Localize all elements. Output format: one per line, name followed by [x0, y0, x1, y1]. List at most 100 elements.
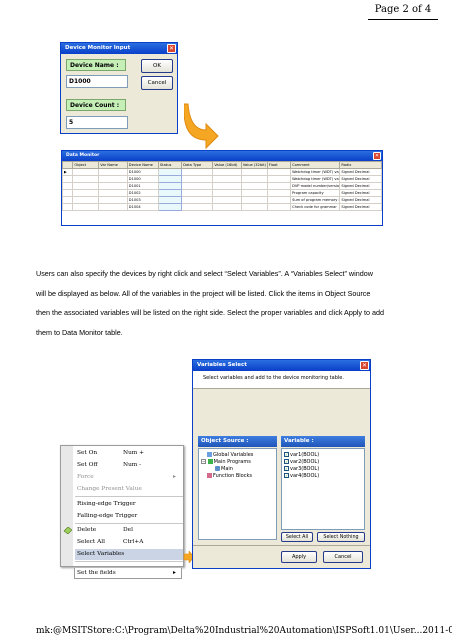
menu-item-shortcut: Del — [123, 527, 133, 533]
variable-item[interactable]: ✓ var3(BOOL) — [284, 466, 319, 473]
device-cell[interactable]: D1000 — [126, 175, 159, 183]
comment-cell[interactable]: Watchdog timer (WDT) value — [290, 168, 341, 176]
dialog-title: Variables Select — [197, 362, 247, 368]
select-all-button[interactable]: Select All — [281, 532, 313, 542]
col-header[interactable]: Data Type — [181, 161, 214, 169]
comment-cell[interactable]: Watchdog timer (WDT) value — [290, 175, 341, 183]
radix-cell[interactable]: Signed Decimal — [339, 196, 382, 204]
dialog-title: Device Monitor Input — [65, 45, 131, 51]
variable-label: var4(BOOL) — [290, 473, 320, 479]
table-row[interactable]: D1000 Watchdog timer (WDT) value Signed … — [61, 175, 382, 183]
checkbox-checked-icon[interactable]: ✓ — [284, 466, 289, 471]
col-header[interactable]: Device Name — [126, 161, 159, 169]
menu-item-set-the-fields[interactable]: Set the fields ▸ — [74, 568, 182, 579]
variable-list[interactable]: ✓ var1(BOOL) ✓ var2(BOOL) ✓ var3(BOOL) ✓ var… — [281, 448, 365, 530]
menu-item-shortcut: Num + — [123, 450, 145, 456]
menu-item-select-variables[interactable]: Select Variables — [75, 549, 183, 560]
tree-item-global-variables[interactable]: Global Variables — [207, 452, 253, 459]
menu-gutter — [61, 446, 73, 566]
col-header[interactable]: Value (16bit) — [212, 161, 242, 169]
radix-cell[interactable]: Signed Decimal — [339, 175, 382, 183]
status-cell[interactable] — [157, 203, 183, 211]
data-monitor-title: Data Monitor — [66, 153, 100, 158]
status-cell[interactable] — [157, 168, 183, 176]
data-monitor-table: Object Var Name Device Name Status Data … — [61, 161, 382, 211]
object-source-tree[interactable]: Global Variables − Main Programs Main Fu… — [198, 448, 277, 540]
submenu-arrow-icon: ▸ — [173, 570, 176, 576]
comment-cell[interactable]: Check code for grammar — [290, 203, 341, 211]
page-footer: mk:@MSITStore:C:\Program\Delta%20Industr… — [36, 626, 452, 636]
comment-cell[interactable]: Program capacity — [290, 189, 341, 197]
status-cell[interactable] — [157, 182, 183, 190]
table-row[interactable]: D1002 Program capacity Signed Decimal — [61, 189, 382, 197]
col-header[interactable]: Float — [266, 161, 292, 169]
col-header[interactable]: Status — [157, 161, 183, 169]
data-monitor-window: Data Monitor ✕ Object Var Name Device Na… — [61, 150, 383, 226]
data-monitor-titlebar: Data Monitor ✕ — [62, 151, 382, 161]
menu-item-select-all[interactable]: Select All Ctrl+A — [75, 537, 183, 548]
arrow-down-icon — [184, 103, 219, 150]
object-source-header: Object Source : — [198, 436, 277, 447]
col-header[interactable]: Object — [72, 161, 100, 169]
radix-cell[interactable]: Signed Decimal — [339, 168, 382, 176]
checkbox-checked-icon[interactable]: ✓ — [284, 459, 289, 464]
variable-item[interactable]: ✓ var4(BOOL) — [284, 473, 319, 480]
tree-item-function-blocks[interactable]: Function Blocks — [207, 473, 252, 480]
comment-cell[interactable]: Sum of program memory (con — [290, 196, 341, 204]
menu-item-rising-edge-trigger[interactable]: Rising-edge Trigger — [75, 499, 183, 510]
device-cell[interactable]: D1003 — [126, 196, 159, 204]
col-header[interactable]: Value (32bit) — [240, 161, 268, 169]
device-cell[interactable]: D1000 — [126, 168, 159, 176]
status-cell[interactable] — [157, 189, 183, 197]
col-header[interactable]: Var Name — [98, 161, 128, 169]
variable-item[interactable]: ✓ var2(BOOL) — [284, 459, 319, 466]
menu-item-change-present-value[interactable]: Change Present Value — [75, 484, 183, 495]
radix-cell[interactable]: Signed Decimal — [339, 203, 382, 211]
menu-item-delete[interactable]: Delete Del — [75, 525, 183, 536]
close-icon[interactable]: ✕ — [373, 152, 381, 160]
table-row[interactable]: D1001 DVP model number/version Signed De… — [61, 182, 382, 190]
device-cell[interactable]: D1004 — [126, 203, 159, 211]
device-cell[interactable]: D1002 — [126, 189, 159, 197]
tree-item-label: Global Variables — [213, 452, 254, 458]
instruction-text: Select variables and add to the device m… — [193, 371, 370, 388]
select-nothing-button[interactable]: Select Nothing — [317, 532, 365, 542]
device-count-input[interactable]: 5 — [66, 116, 128, 129]
variable-item[interactable]: ✓ var1(BOOL) — [284, 452, 319, 459]
status-cell[interactable] — [157, 175, 183, 183]
menu-item-force[interactable]: Force ▸ — [75, 472, 183, 483]
close-icon[interactable]: ✕ — [167, 44, 176, 53]
footer-date: 2011-06-17 — [422, 626, 452, 636]
status-cell[interactable] — [157, 196, 183, 204]
ok-button[interactable]: OK — [141, 59, 173, 73]
table-row[interactable]: ▶ D1000 Watchdog timer (WDT) value Signe… — [61, 168, 382, 176]
cancel-button[interactable]: Cancel — [141, 76, 173, 90]
menu-item-label: Change Present Value — [77, 486, 142, 492]
radix-cell[interactable]: Signed Decimal — [339, 189, 382, 197]
table-row[interactable]: D1003 Sum of program memory (con Signed … — [61, 196, 382, 204]
checkbox-checked-icon[interactable]: ✓ — [284, 473, 289, 478]
col-header[interactable]: Comment — [290, 161, 341, 169]
table-row[interactable]: D1004 Check code for grammar Signed Deci… — [61, 203, 382, 211]
comment-cell[interactable]: DVP model number/version — [290, 182, 341, 190]
menu-item-set-off[interactable]: Set Off Num - — [75, 460, 183, 471]
device-name-input[interactable]: D1000 — [66, 75, 128, 88]
row-marker-header — [61, 161, 74, 169]
close-icon[interactable]: ✕ — [360, 361, 369, 370]
cancel-button[interactable]: Cancel — [323, 551, 363, 563]
menu-separator — [75, 523, 183, 524]
paragraph-line: will be displayed as below. All of the v… — [36, 288, 371, 298]
checkbox-checked-icon[interactable]: ✓ — [284, 452, 289, 457]
menu-item-label: Select All — [77, 539, 105, 545]
menu-item-label: Falling-edge Trigger — [77, 513, 138, 519]
tree-item-main[interactable]: Main — [215, 466, 233, 473]
function-block-icon — [207, 473, 212, 478]
menu-item-set-on[interactable]: Set On Num + — [75, 448, 183, 459]
radix-cell[interactable]: Signed Decimal — [339, 182, 382, 190]
menu-item-falling-edge-trigger[interactable]: Falling-edge Trigger — [75, 511, 183, 522]
col-header[interactable]: Radix — [339, 161, 382, 169]
tree-item-main-programs[interactable]: − Main Programs — [201, 459, 251, 466]
collapse-icon[interactable]: − — [201, 459, 206, 464]
apply-button[interactable]: Apply — [281, 551, 317, 563]
device-cell[interactable]: D1001 — [126, 182, 159, 190]
